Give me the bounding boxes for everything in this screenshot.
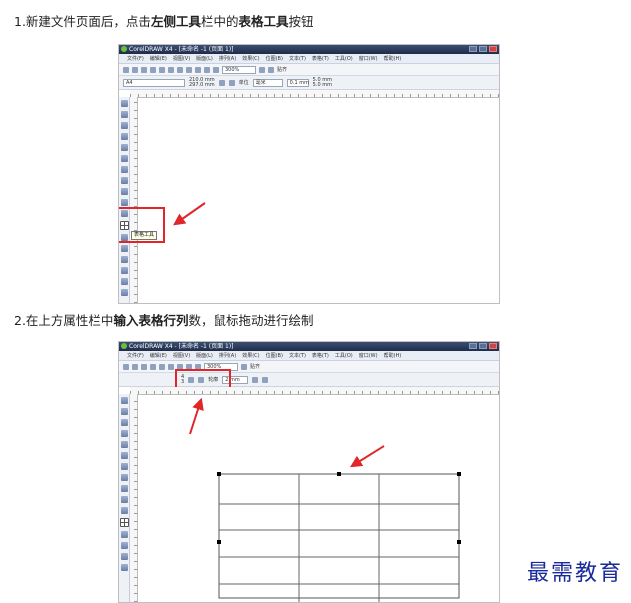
arrow-to-rows-cols	[189, 397, 204, 435]
annotation-arrows	[173, 202, 385, 468]
brand-watermark: 最需教育	[526, 561, 623, 586]
arrow-to-table	[349, 445, 385, 468]
arrow-to-table-tool	[173, 202, 206, 226]
